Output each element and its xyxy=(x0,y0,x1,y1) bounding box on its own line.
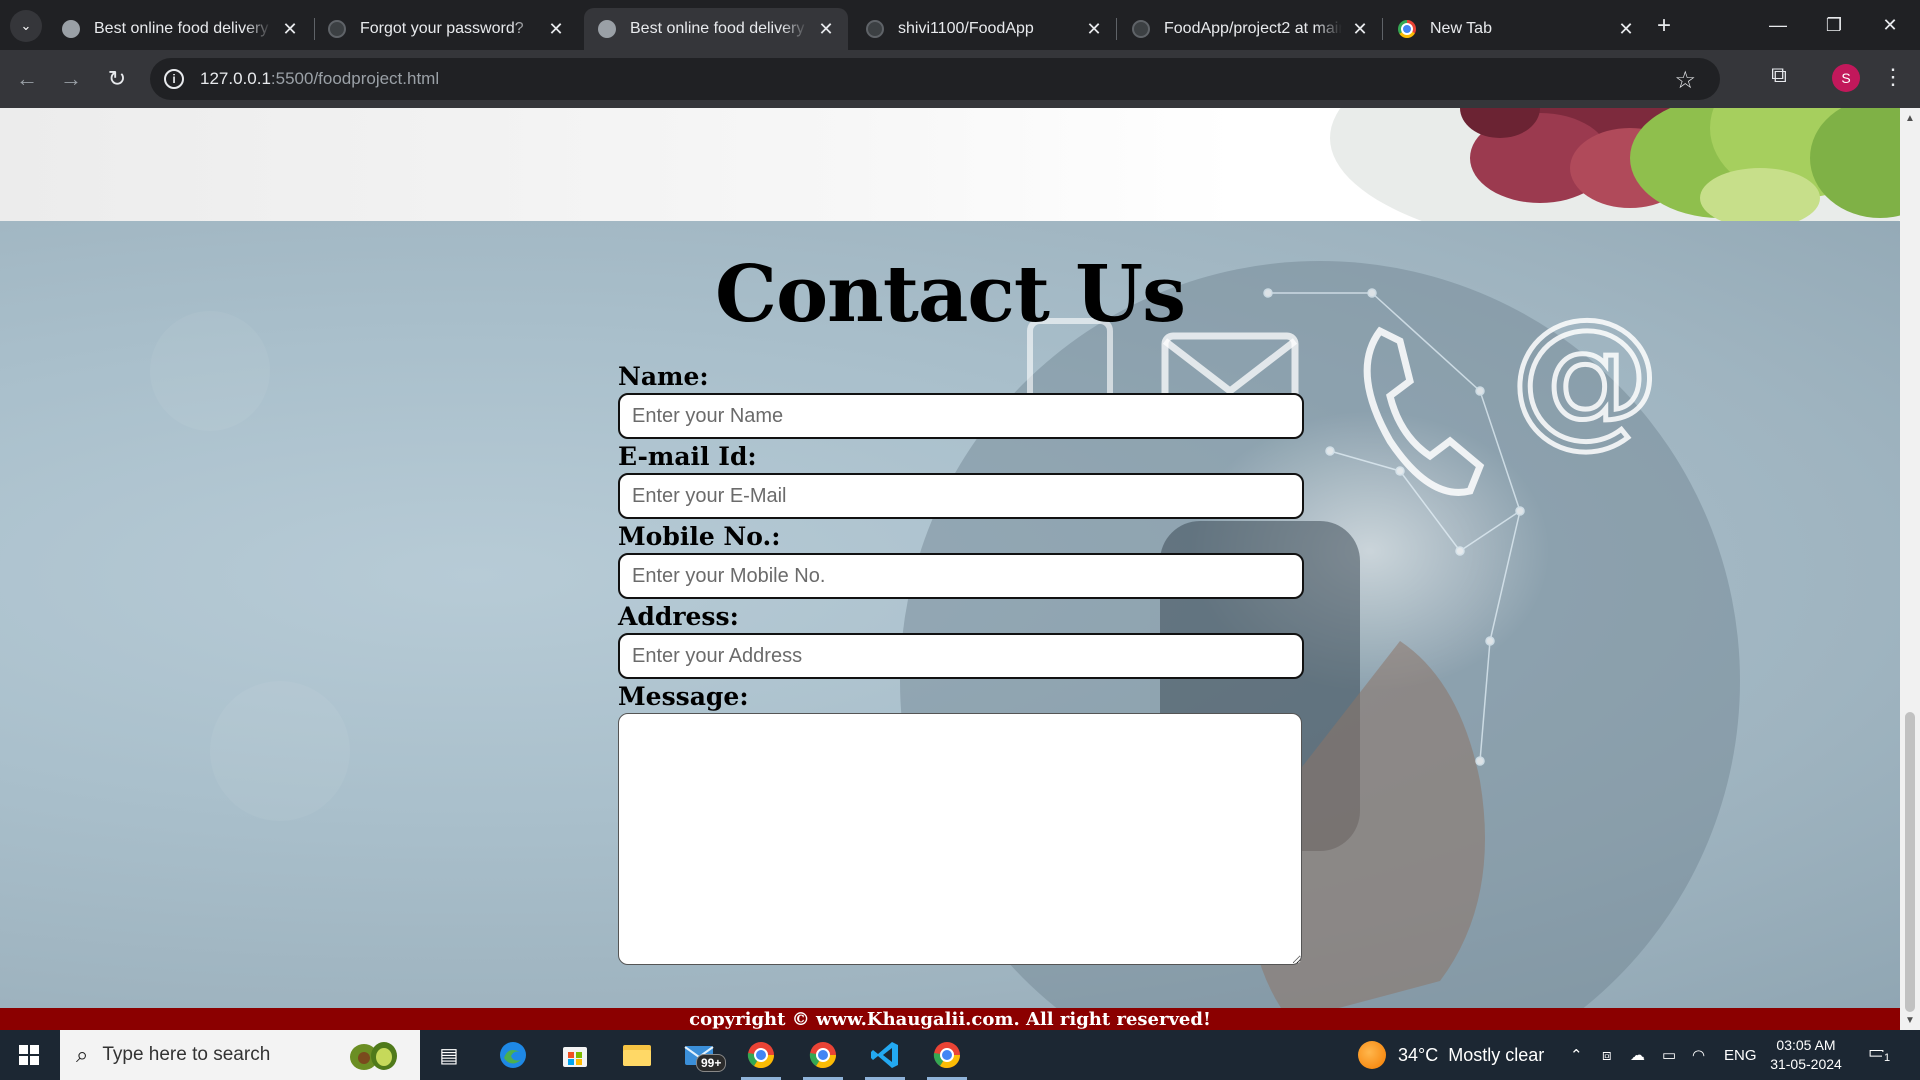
restore-icon[interactable]: ❐ xyxy=(1806,0,1862,50)
notification-count: 1 xyxy=(1882,1052,1893,1064)
tab-2[interactable]: Forgot your password? ✕ xyxy=(314,8,578,50)
tab-title: FoodApp/project2 at main xyxy=(1164,20,1342,37)
minimize-icon[interactable]: — xyxy=(1750,0,1806,50)
tab-6[interactable]: New Tab ✕ xyxy=(1384,8,1648,50)
language-indicator[interactable]: ENG xyxy=(1724,1030,1757,1080)
address-label: Address: xyxy=(618,602,739,631)
windows-taskbar: ⌕ Type here to search ▤ 99+ 34°C Mostly … xyxy=(0,1030,1920,1080)
name-label: Name: xyxy=(618,362,709,391)
close-icon[interactable]: ✕ xyxy=(280,19,300,40)
task-view-icon[interactable]: ▤ xyxy=(432,1038,466,1072)
search-icon: ⌕ xyxy=(76,1042,89,1067)
tab-3-active[interactable]: Best online food delivery s ✕ xyxy=(584,8,848,50)
tab-title: shivi1100/FoodApp xyxy=(898,20,1034,37)
email-input[interactable] xyxy=(618,473,1304,519)
windows-start-button[interactable] xyxy=(0,1030,58,1080)
globe-icon xyxy=(598,20,616,38)
github-icon xyxy=(1132,20,1150,38)
contact-form: Name: E-mail Id: Mobile No.: Address: Me… xyxy=(618,361,1304,965)
microsoft-store-icon[interactable] xyxy=(558,1038,592,1072)
tab-1[interactable]: Best online food delivery s ✕ xyxy=(48,8,312,50)
browser-toolbar: ← → ↻ i 127.0.0.1:5500/foodproject.html … xyxy=(0,50,1920,108)
tab-title: Best online food delivery s xyxy=(94,20,272,37)
weather-description: Mostly clear xyxy=(1448,1044,1545,1065)
system-clock[interactable]: 03:05 AM 31-05-2024 xyxy=(1760,1036,1852,1074)
scroll-up-arrow-icon[interactable]: ▲ xyxy=(1900,110,1920,126)
forward-arrow-icon[interactable]: → xyxy=(56,64,86,94)
reload-icon[interactable]: ↻ xyxy=(102,64,132,94)
back-arrow-icon[interactable]: ← xyxy=(12,64,42,94)
close-icon[interactable]: ✕ xyxy=(1616,19,1636,40)
onedrive-icon[interactable]: ☁ xyxy=(1630,1030,1645,1080)
mobile-label: Mobile No.: xyxy=(618,522,781,551)
contact-section: @ Contact Us Name: E-mail Id: Mobile No.… xyxy=(0,221,1900,1008)
clock-time: 03:05 AM xyxy=(1776,1037,1836,1053)
chrome-taskbar-icon-3[interactable] xyxy=(930,1038,964,1072)
edge-browser-icon[interactable] xyxy=(496,1038,530,1072)
address-bar[interactable]: i 127.0.0.1:5500/foodproject.html ☆ xyxy=(150,58,1720,100)
close-icon[interactable]: ✕ xyxy=(546,19,566,40)
tab-separator xyxy=(1116,18,1117,40)
show-hidden-icons-chevron-icon[interactable]: ⌃ xyxy=(1570,1030,1583,1080)
tab-5[interactable]: FoodApp/project2 at main ✕ xyxy=(1118,8,1382,50)
page-viewport: @ Contact Us Name: E-mail Id: Mobile No.… xyxy=(0,108,1900,1030)
scroll-thumb[interactable] xyxy=(1905,712,1915,1012)
page-scrollbar[interactable]: ▲ ▼ xyxy=(1900,108,1920,1030)
github-icon xyxy=(328,20,346,38)
windows-logo-icon xyxy=(19,1045,39,1065)
close-icon[interactable]: ✕ xyxy=(1350,19,1370,40)
name-input[interactable] xyxy=(618,393,1304,439)
weather-temperature: 34°C xyxy=(1398,1044,1439,1065)
clock-date: 31-05-2024 xyxy=(1770,1056,1842,1072)
moon-weather-icon xyxy=(1358,1041,1386,1069)
close-icon[interactable]: ✕ xyxy=(1084,19,1104,40)
salad-plate-image xyxy=(1330,108,1900,221)
meet-now-icon[interactable]: ⧈ xyxy=(1602,1030,1612,1080)
globe-icon xyxy=(62,20,80,38)
wifi-icon[interactable]: ◠ xyxy=(1692,1030,1705,1080)
battery-icon[interactable]: ▭ xyxy=(1662,1030,1676,1080)
avocado-search-highlight-icon xyxy=(350,1042,397,1070)
message-textarea[interactable] xyxy=(618,713,1302,965)
new-tab-plus-icon[interactable]: + xyxy=(1650,12,1678,40)
scroll-down-arrow-icon[interactable]: ▼ xyxy=(1900,1012,1920,1028)
bookmark-star-icon[interactable]: ☆ xyxy=(1674,66,1696,95)
taskbar-search-placeholder: Type here to search xyxy=(102,1044,271,1065)
tab-separator xyxy=(1382,18,1383,40)
page-footer: copyright © www.Khaugalii.com. All right… xyxy=(0,1008,1900,1030)
address-input[interactable] xyxy=(618,633,1304,679)
vscode-icon[interactable] xyxy=(868,1038,902,1072)
window-close-icon[interactable]: ✕ xyxy=(1862,0,1918,50)
tab-4[interactable]: shivi1100/FoodApp ✕ xyxy=(852,8,1116,50)
url-path: :5500/foodproject.html xyxy=(270,69,440,88)
chrome-taskbar-icon-2[interactable] xyxy=(806,1038,840,1072)
profile-avatar[interactable]: S xyxy=(1832,64,1860,92)
github-icon xyxy=(866,20,884,38)
message-label: Message: xyxy=(618,682,749,711)
site-info-icon[interactable]: i xyxy=(164,69,184,89)
browser-menu-icon[interactable]: ⋮ xyxy=(1880,62,1906,92)
tab-search-chevron-icon[interactable]: ⌄ xyxy=(10,10,42,42)
tab-title: Best online food delivery s xyxy=(630,20,808,37)
extensions-puzzle-icon[interactable]: ⧉ xyxy=(1766,62,1792,88)
contact-heading: Contact Us xyxy=(715,249,1186,340)
email-label: E-mail Id: xyxy=(618,442,757,471)
mail-unread-badge: 99+ xyxy=(696,1054,727,1072)
food-banner-image xyxy=(0,108,1900,221)
close-icon[interactable]: ✕ xyxy=(816,19,836,40)
tab-title: New Tab xyxy=(1430,20,1492,37)
tab-strip: ⌄ Best online food delivery s ✕ Forgot y… xyxy=(0,0,1920,50)
tab-title: Forgot your password? xyxy=(360,20,524,37)
chrome-taskbar-icon[interactable] xyxy=(744,1038,778,1072)
url-host: 127.0.0.1 xyxy=(200,69,271,88)
chrome-icon xyxy=(1398,20,1416,38)
file-explorer-icon[interactable] xyxy=(620,1038,654,1072)
mobile-input[interactable] xyxy=(618,553,1304,599)
taskbar-search-box[interactable]: ⌕ Type here to search xyxy=(60,1030,420,1080)
notification-center-icon[interactable]: ▭ 1 xyxy=(1868,1042,1898,1068)
weather-widget[interactable]: 34°C Mostly clear xyxy=(1358,1030,1544,1080)
